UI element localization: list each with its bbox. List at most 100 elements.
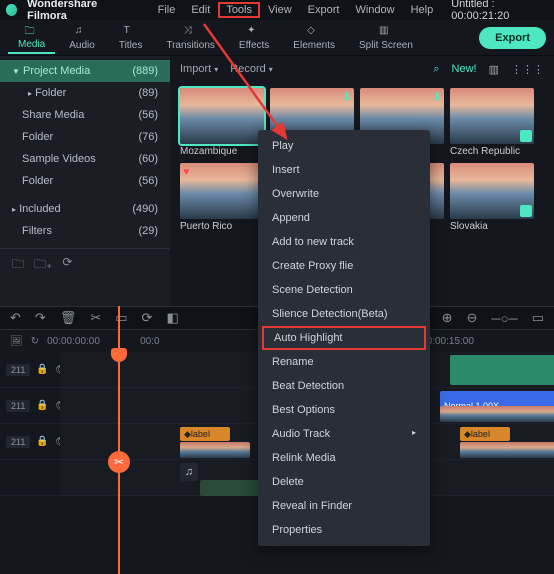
speed-icon[interactable]: ⟳	[142, 310, 153, 326]
ctx-scene-detection[interactable]: Scene Detection	[258, 278, 430, 302]
clip-video[interactable]	[460, 442, 554, 458]
clip-label[interactable]: ◆ label	[460, 427, 510, 441]
ctx-play[interactable]: Play	[258, 134, 430, 158]
new-folder-icon[interactable]: 🗀	[12, 255, 24, 276]
ctx-insert[interactable]: Insert	[258, 158, 430, 182]
lock-icon[interactable]: 🔒	[36, 400, 48, 411]
download-icon: ⬇	[432, 90, 442, 104]
track-header[interactable]: 211🔒👁	[0, 399, 60, 412]
refresh-icon[interactable]: ⟳	[62, 255, 72, 276]
sort-icon[interactable]: ⋮⋮⋮	[511, 63, 544, 76]
export-button[interactable]: Export	[479, 27, 546, 49]
project-title: Untitled : 00:00:21:20	[451, 0, 548, 22]
clip-label[interactable]: ◆ label	[180, 427, 230, 441]
sidebar-item-share-media[interactable]: Share Media(56)	[0, 104, 170, 126]
clip-video[interactable]	[180, 442, 250, 458]
sidebar-item-sample-videos[interactable]: Sample Videos(60)	[0, 148, 170, 170]
ctx-add-to-new-track[interactable]: Add to new track	[258, 230, 430, 254]
menu-export[interactable]: Export	[300, 2, 348, 18]
ctx-append[interactable]: Append	[258, 206, 430, 230]
import-button[interactable]: Import ▾	[180, 63, 218, 75]
ctx-auto-highlight[interactable]: Auto Highlight	[262, 326, 426, 350]
tab-media[interactable]: 🗀Media	[8, 22, 55, 54]
menu-view[interactable]: View	[260, 2, 300, 18]
ctx-silence-detection[interactable]: Slience Detection(Beta)	[258, 302, 430, 326]
clip-video[interactable]	[440, 406, 554, 422]
tab-effects[interactable]: ✦Effects	[229, 23, 279, 53]
track-id: 211	[6, 364, 30, 376]
record-button[interactable]: Record ▾	[230, 63, 273, 75]
zoom-slider[interactable]: ─○─	[491, 311, 517, 326]
redo-icon[interactable]: ↷	[35, 310, 46, 326]
tab-titles[interactable]: TTitles	[109, 23, 153, 53]
browser-toolbar: Import ▾ Record ▾ ⌕ New! ▥ ⋮⋮⋮	[170, 56, 554, 82]
effects-icon: ✦	[247, 25, 261, 39]
audio-icon[interactable]: ♫	[180, 463, 198, 481]
media-thumb-slovakia[interactable]: Slovakia	[450, 163, 534, 232]
menu-file[interactable]: File	[150, 2, 184, 18]
tab-audio[interactable]: ♫Audio	[59, 23, 105, 53]
tab-splitscreen[interactable]: ▥Split Screen	[349, 23, 423, 53]
ctx-properties[interactable]: Properties	[258, 518, 430, 542]
sidebar-header-project-media[interactable]: ▼ Project Media (889)	[0, 60, 170, 82]
sidebar-section-count: (29)	[138, 225, 158, 237]
zoom-out-icon[interactable]: ⊖	[467, 310, 478, 326]
chevron-right-icon: ▸	[12, 205, 16, 214]
tab-label: Transitions	[166, 40, 215, 51]
sidebar-item-label: Folder	[22, 131, 53, 143]
search-icon[interactable]: ⌕	[433, 63, 439, 76]
delete-icon[interactable]: 🗑	[60, 310, 77, 326]
menubar: File Edit Tools View Export Window Help	[150, 2, 442, 18]
tab-elements[interactable]: ◇Elements	[283, 23, 345, 53]
undo-icon[interactable]: ↶	[10, 310, 21, 326]
zoom-in-icon[interactable]: ⊕	[442, 310, 453, 326]
ctx-create-proxy-file[interactable]: Create Proxy flie	[258, 254, 430, 278]
menu-tools[interactable]: Tools	[218, 2, 260, 18]
clip-green[interactable]	[450, 355, 554, 385]
ctx-rename[interactable]: Rename	[258, 350, 430, 374]
ctx-overwrite[interactable]: Overwrite	[258, 182, 430, 206]
ctx-audio-track[interactable]: Audio Track ▸	[258, 422, 430, 446]
sidebar-item-folder[interactable]: Folder (76)	[0, 126, 170, 148]
ctx-beat-detection[interactable]: Beat Detection	[258, 374, 430, 398]
ctx-reveal-in-finder[interactable]: Reveal in Finder	[258, 494, 430, 518]
chevron-down-icon: ▾	[214, 65, 218, 74]
new-badge: New!	[452, 63, 477, 75]
sidebar-item-count: (56)	[138, 109, 158, 121]
track-header[interactable]: 211🔒👁	[0, 435, 60, 448]
ctx-relink-media[interactable]: Relink Media	[258, 446, 430, 470]
media-thumb-puerto-rico[interactable]: ♥Puerto Rico	[180, 163, 264, 232]
split-icon[interactable]: ✂	[90, 310, 101, 326]
app-logo-icon	[6, 4, 17, 16]
ctx-delete[interactable]: Delete	[258, 470, 430, 494]
sidebar-item-count: (76)	[138, 131, 158, 143]
sidebar-item-folder[interactable]: ▸ Folder(89)	[0, 82, 170, 104]
sidebar-section-filters[interactable]: Filters(29)	[0, 220, 170, 242]
playhead-line[interactable]	[118, 306, 120, 574]
clip-audio[interactable]	[200, 480, 260, 496]
fit-icon[interactable]: ▭	[532, 310, 544, 326]
lock-icon[interactable]: 🔒	[36, 436, 48, 447]
filter-icon[interactable]: ▥	[489, 63, 499, 76]
media-thumb-czech-republic[interactable]: Czech Republic	[450, 88, 534, 157]
tab-transitions[interactable]: ⤨Transitions	[156, 23, 225, 53]
menu-edit[interactable]: Edit	[183, 2, 218, 18]
sidebar-item-label: Folder	[22, 175, 53, 187]
loop-icon[interactable]: ↻	[31, 336, 39, 347]
heart-icon: ♥	[183, 166, 190, 178]
ctx-best-options[interactable]: Best Options	[258, 398, 430, 422]
track-id: 211	[6, 436, 30, 448]
track-header[interactable]: 211🔒👁	[0, 363, 60, 376]
folder-icon: 🗀	[25, 24, 39, 38]
menu-help[interactable]: Help	[403, 2, 442, 18]
color-icon[interactable]: ◧	[166, 310, 178, 326]
media-thumb-mozambique[interactable]: Mozambique	[180, 88, 264, 157]
snap-icon[interactable]: 🖼	[10, 336, 23, 347]
chevron-right-icon: ▸	[412, 428, 416, 437]
menu-window[interactable]: Window	[347, 2, 402, 18]
lock-icon[interactable]: 🔒	[36, 364, 48, 375]
sidebar-item-folder[interactable]: Folder(56)	[0, 170, 170, 192]
new-bin-icon[interactable]: 🗀₊	[34, 255, 52, 276]
sidebar-section-included[interactable]: ▸ Included(490)	[0, 198, 170, 220]
cut-indicator-icon[interactable]: ✂	[108, 451, 130, 473]
